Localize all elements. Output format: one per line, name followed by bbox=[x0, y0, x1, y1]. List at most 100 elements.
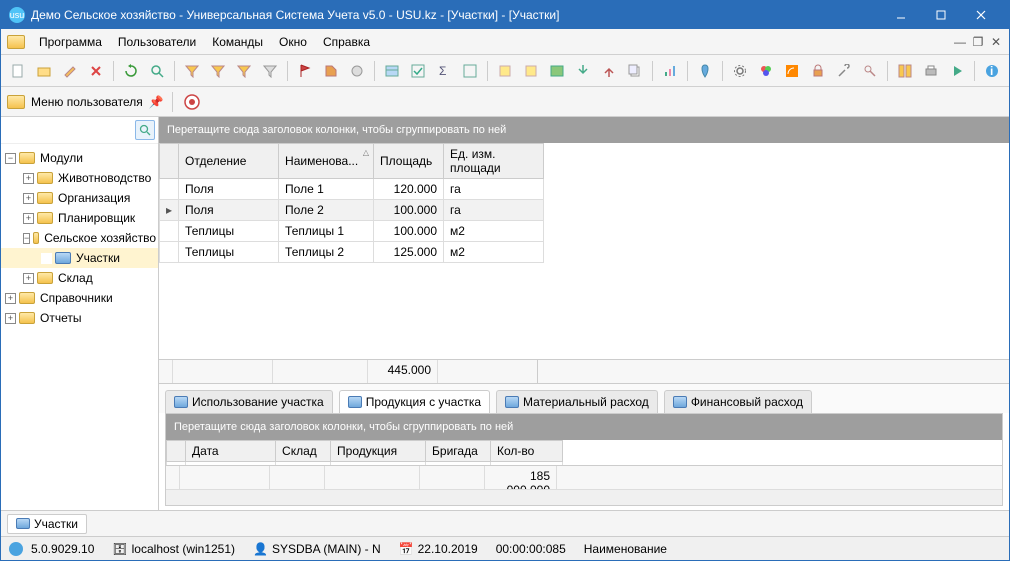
sum-icon[interactable]: Σ bbox=[433, 60, 455, 82]
col-dept[interactable]: Отделение bbox=[179, 144, 279, 179]
tag2-icon[interactable] bbox=[346, 60, 368, 82]
col-date[interactable]: Дата bbox=[186, 440, 276, 461]
folder-icon bbox=[7, 95, 25, 109]
close-button[interactable] bbox=[961, 1, 1001, 29]
location-icon[interactable] bbox=[694, 60, 716, 82]
col-wh[interactable]: Склад bbox=[276, 440, 331, 461]
tool-icon[interactable] bbox=[833, 60, 855, 82]
tree-agriculture[interactable]: −Сельское хозяйство bbox=[1, 228, 158, 248]
delete-icon[interactable] bbox=[85, 60, 107, 82]
window-tabs: Участки bbox=[1, 510, 1009, 536]
tree-modules[interactable]: −Модули bbox=[1, 148, 158, 168]
excel-icon[interactable] bbox=[546, 60, 568, 82]
flag-icon[interactable] bbox=[294, 60, 316, 82]
note-icon[interactable] bbox=[494, 60, 516, 82]
tag-icon[interactable] bbox=[320, 60, 342, 82]
tab-finance[interactable]: Финансовый расход bbox=[664, 390, 812, 413]
grid1-footer: 445.000 bbox=[159, 359, 1009, 383]
content-area: Перетащите сюда заголовок колонки, чтобы… bbox=[159, 117, 1009, 510]
search-icon[interactable] bbox=[146, 60, 168, 82]
rss-icon[interactable] bbox=[781, 60, 803, 82]
col-qty[interactable]: Кол-во bbox=[491, 440, 563, 461]
chart-icon[interactable] bbox=[659, 60, 681, 82]
table-icon[interactable] bbox=[381, 60, 403, 82]
menu-users[interactable]: Пользователи bbox=[110, 32, 204, 52]
nav-tree[interactable]: −Модули +Животноводство +Организация +Пл… bbox=[1, 144, 158, 510]
maximize-button[interactable] bbox=[921, 1, 961, 29]
window-title: Демо Сельское хозяйство - Универсальная … bbox=[31, 8, 881, 22]
tree-refs[interactable]: +Справочники bbox=[1, 288, 158, 308]
status-date: 22.10.2019 bbox=[418, 542, 478, 556]
note2-icon[interactable] bbox=[520, 60, 542, 82]
mdi-close-icon[interactable]: ✕ bbox=[989, 35, 1003, 49]
horizontal-scrollbar[interactable] bbox=[166, 489, 1002, 505]
filter2-icon[interactable] bbox=[207, 60, 229, 82]
filter-icon[interactable] bbox=[181, 60, 203, 82]
plots-grid[interactable]: Отделение Наименова...△ Площадь Ед. изм.… bbox=[159, 143, 544, 263]
table-row[interactable]: ТеплицыТеплицы 1100.000м2 bbox=[160, 221, 544, 242]
tree-organization[interactable]: +Организация bbox=[1, 188, 158, 208]
filter-clear-icon[interactable] bbox=[259, 60, 281, 82]
col-area[interactable]: Площадь bbox=[374, 144, 444, 179]
tree-livestock[interactable]: +Животноводство bbox=[1, 168, 158, 188]
color-icon[interactable] bbox=[755, 60, 777, 82]
tab-materials[interactable]: Материальный расход bbox=[496, 390, 658, 413]
tree-warehouse[interactable]: +Склад bbox=[1, 268, 158, 288]
user-menu-bar: Меню пользователя 📌 bbox=[1, 87, 1009, 117]
export-icon[interactable] bbox=[598, 60, 620, 82]
tree-plots[interactable]: Участки bbox=[1, 248, 158, 268]
col-name[interactable]: Наименова...△ bbox=[279, 144, 374, 179]
mdi-minimize-icon[interactable]: — bbox=[953, 35, 967, 49]
calendar-icon: 📅 bbox=[399, 542, 414, 556]
menu-bar: Программа Пользователи Команды Окно Спра… bbox=[1, 29, 1009, 55]
filter3-icon[interactable] bbox=[233, 60, 255, 82]
menu-commands[interactable]: Команды bbox=[204, 32, 271, 52]
mdi-restore-icon[interactable]: ❐ bbox=[971, 35, 985, 49]
row-marker-header bbox=[160, 144, 179, 179]
status-user: SYSDBA (MAIN) - N bbox=[272, 542, 381, 556]
pin-icon[interactable]: 📌 bbox=[149, 95, 164, 109]
tree-search-button[interactable] bbox=[135, 120, 155, 140]
import-icon[interactable] bbox=[572, 60, 594, 82]
col-brig[interactable]: Бригада bbox=[426, 440, 491, 461]
layout-icon[interactable] bbox=[894, 60, 916, 82]
menu-help[interactable]: Справка bbox=[315, 32, 378, 52]
tab-products[interactable]: Продукция с участка bbox=[339, 390, 490, 413]
gear-icon[interactable] bbox=[729, 60, 751, 82]
refresh-icon[interactable] bbox=[120, 60, 142, 82]
minimize-button[interactable] bbox=[881, 1, 921, 29]
table-row[interactable]: ТеплицыТеплицы 2125.000м2 bbox=[160, 242, 544, 263]
table-row[interactable]: ПоляПоле 1120.000га bbox=[160, 179, 544, 200]
file-icon[interactable] bbox=[7, 35, 25, 49]
window-tab-plots[interactable]: Участки bbox=[7, 514, 87, 534]
tab-usage[interactable]: Использование участка bbox=[165, 390, 333, 413]
play-icon[interactable] bbox=[946, 60, 968, 82]
col-unit[interactable]: Ед. изм. площади bbox=[444, 144, 544, 179]
print-icon[interactable] bbox=[920, 60, 942, 82]
new-icon[interactable] bbox=[7, 60, 29, 82]
app-icon: usu bbox=[9, 7, 25, 23]
tree-reports[interactable]: +Отчеты bbox=[1, 308, 158, 328]
menu-window[interactable]: Окно bbox=[271, 32, 315, 52]
group-icon[interactable] bbox=[459, 60, 481, 82]
key-icon[interactable] bbox=[859, 60, 881, 82]
stop-icon[interactable] bbox=[181, 91, 203, 113]
sum-qty: 185 000.000 bbox=[485, 466, 557, 489]
lock-icon[interactable] bbox=[807, 60, 829, 82]
edit-icon[interactable] bbox=[59, 60, 81, 82]
group-panel-1[interactable]: Перетащите сюда заголовок колонки, чтобы… bbox=[159, 117, 1009, 143]
products-grid[interactable]: Дата Склад Продукция Бригада Кол-во ▸01.… bbox=[166, 440, 563, 466]
grid2-footer: 185 000.000 bbox=[166, 465, 1002, 489]
group-panel-2[interactable]: Перетащите сюда заголовок колонки, чтобы… bbox=[166, 414, 1002, 440]
menu-program[interactable]: Программа bbox=[31, 32, 110, 52]
tree-planner[interactable]: +Планировщик bbox=[1, 208, 158, 228]
status-bar: 5.0.9029.10 🗄localhost (win1251) 👤SYSDBA… bbox=[1, 536, 1009, 560]
info-icon[interactable]: i bbox=[981, 60, 1003, 82]
table-row[interactable]: ▸ПоляПоле 2100.000га bbox=[160, 200, 544, 221]
user-menu-label[interactable]: Меню пользователя bbox=[31, 95, 143, 109]
open-icon[interactable] bbox=[33, 60, 55, 82]
check-icon[interactable] bbox=[407, 60, 429, 82]
status-field: Наименование bbox=[584, 542, 667, 556]
copy-icon[interactable] bbox=[624, 60, 646, 82]
col-prod[interactable]: Продукция bbox=[331, 440, 426, 461]
